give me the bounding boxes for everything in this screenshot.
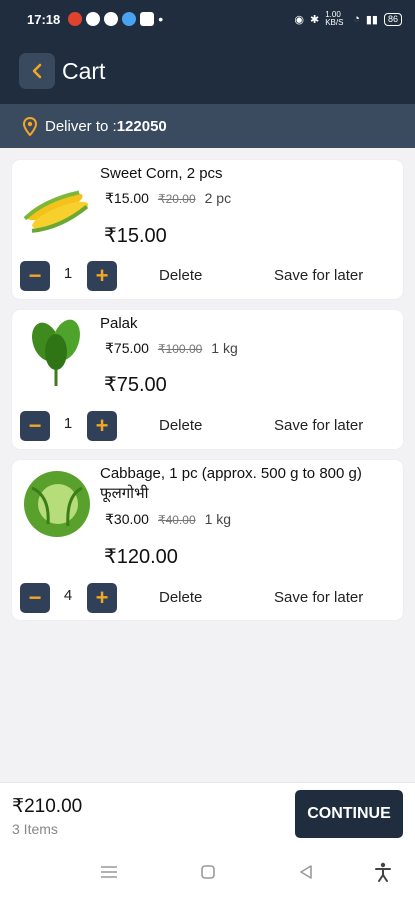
product-name: Palak bbox=[100, 315, 138, 332]
menu-icon[interactable] bbox=[97, 860, 121, 884]
app-notification-icon bbox=[140, 12, 155, 26]
deliver-to-label: Deliver to : bbox=[45, 117, 117, 135]
product-image-corn bbox=[20, 170, 94, 244]
cart-item: Palak ₹75.00 ₹100.00 1 kg ₹75.00 − 1 + D… bbox=[12, 310, 403, 449]
cart-list: Sweet Corn, 2 pcs ₹15.00 ₹20.00 2 pc ₹15… bbox=[12, 160, 403, 631]
save-for-later-button[interactable]: Save for later bbox=[274, 267, 363, 284]
price-row: ₹15.00 ₹20.00 2 pc bbox=[105, 190, 231, 207]
battery-icon: 86 bbox=[383, 12, 402, 26]
location-pin-icon bbox=[23, 116, 37, 136]
unit-size: 1 kg bbox=[204, 511, 232, 527]
line-total: ₹75.00 bbox=[104, 374, 167, 396]
quantity-value: 4 bbox=[63, 587, 73, 604]
app-notification-icon bbox=[68, 12, 83, 26]
unit-size: 2 pc bbox=[204, 190, 232, 206]
cart-item: Cabbage, 1 pc (approx. 500 g to 800 g) फ… bbox=[12, 460, 403, 620]
app-notification-icon bbox=[122, 12, 137, 26]
cart-total: ₹210.00 bbox=[12, 796, 83, 817]
product-image-cabbage bbox=[20, 466, 94, 540]
more-dot-icon: • bbox=[158, 11, 164, 27]
delete-button[interactable]: Delete bbox=[159, 589, 202, 606]
mrp-price: ₹40.00 bbox=[157, 513, 196, 527]
delete-button[interactable]: Delete bbox=[159, 267, 202, 284]
continue-button[interactable]: CONTINUE bbox=[295, 790, 403, 838]
increase-qty-button[interactable]: + bbox=[87, 411, 117, 441]
delete-button[interactable]: Delete bbox=[159, 417, 202, 434]
eye-icon: ◉ bbox=[294, 13, 304, 26]
product-name: Sweet Corn, 2 pcs bbox=[100, 165, 223, 182]
checkout-bar: ₹210.00 3 Items CONTINUE bbox=[0, 782, 415, 846]
deliver-to-bar[interactable]: Deliver to : 122050 bbox=[0, 104, 415, 148]
cart-item-count: 3 Items bbox=[12, 821, 58, 837]
app-notification-icon bbox=[104, 12, 119, 26]
home-icon[interactable] bbox=[196, 860, 220, 884]
system-status: ◉ ✱ 1.00 KB/S ◔ ▮▮ 86 bbox=[294, 11, 402, 27]
increase-qty-button[interactable]: + bbox=[87, 261, 117, 291]
price-row: ₹30.00 ₹40.00 1 kg bbox=[105, 511, 231, 528]
line-total: ₹15.00 bbox=[104, 225, 167, 247]
chevron-left-icon bbox=[32, 63, 42, 79]
unit-price: ₹75.00 bbox=[105, 340, 149, 356]
increase-qty-button[interactable]: + bbox=[87, 583, 117, 613]
price-row: ₹75.00 ₹100.00 1 kg bbox=[105, 340, 238, 357]
save-for-later-button[interactable]: Save for later bbox=[274, 417, 363, 434]
accessibility-icon[interactable] bbox=[371, 860, 395, 884]
back-triangle-icon[interactable] bbox=[294, 860, 318, 884]
save-for-later-button[interactable]: Save for later bbox=[274, 589, 363, 606]
app-notification-icon bbox=[86, 12, 101, 26]
quantity-value: 1 bbox=[63, 265, 73, 282]
unit-size: 1 kg bbox=[211, 340, 238, 356]
line-total: ₹120.00 bbox=[104, 546, 178, 568]
deliver-pincode: 122050 bbox=[116, 117, 167, 135]
page-title: Cart bbox=[62, 57, 106, 84]
notification-icons: • bbox=[68, 11, 163, 27]
cart-item: Sweet Corn, 2 pcs ₹15.00 ₹20.00 2 pc ₹15… bbox=[12, 160, 403, 299]
unit-price: ₹30.00 bbox=[105, 511, 149, 527]
product-name: Cabbage, 1 pc (approx. 500 g to 800 g) फ… bbox=[100, 465, 362, 502]
system-nav-bar bbox=[0, 846, 415, 900]
bluetooth-icon: ✱ bbox=[310, 13, 320, 26]
mrp-price: ₹100.00 bbox=[157, 342, 203, 356]
unit-price: ₹15.00 bbox=[105, 190, 149, 206]
status-time: 17:18 bbox=[27, 11, 61, 27]
decrease-qty-button[interactable]: − bbox=[20, 583, 50, 613]
back-button[interactable] bbox=[19, 53, 55, 89]
decrease-qty-button[interactable]: − bbox=[20, 261, 50, 291]
signal-icon: ▮▮ bbox=[365, 13, 378, 26]
quantity-value: 1 bbox=[63, 415, 73, 432]
decrease-qty-button[interactable]: − bbox=[20, 411, 50, 441]
status-bar: 17:18 • ◉ ✱ 1.00 KB/S ◔ ▮▮ 86 bbox=[0, 0, 415, 38]
network-speed: 1.00 KB/S bbox=[325, 10, 344, 27]
mrp-price: ₹20.00 bbox=[157, 192, 196, 206]
wifi-icon: ◔ bbox=[353, 13, 360, 25]
app-header: Cart bbox=[0, 38, 415, 104]
product-image-spinach bbox=[20, 316, 94, 390]
